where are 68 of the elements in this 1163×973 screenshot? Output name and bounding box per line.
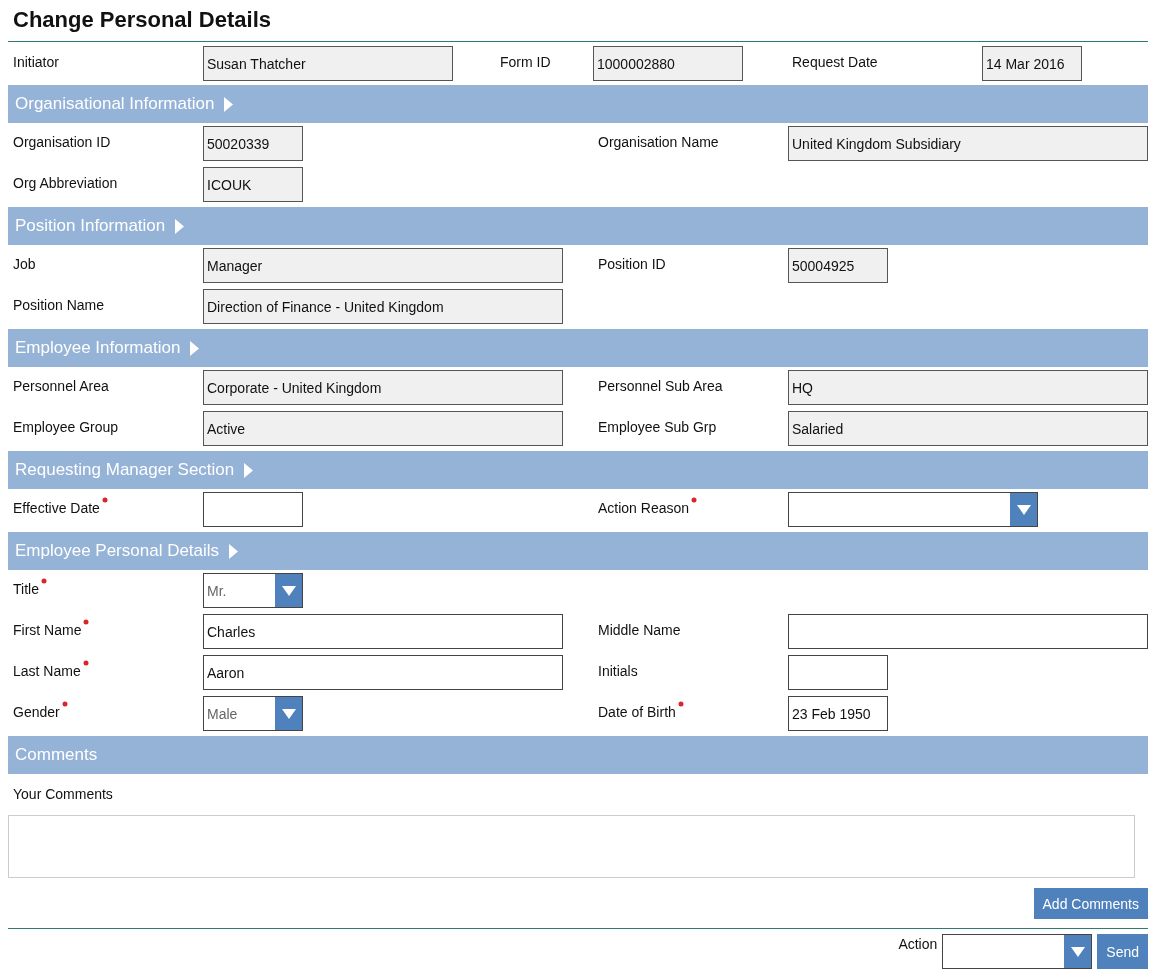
required-icon — [82, 660, 89, 666]
field-label: Org Abbreviation — [13, 175, 118, 191]
dropdown-icon — [281, 708, 296, 719]
field-label: Form ID — [500, 54, 551, 70]
field-label: Request Date — [792, 54, 878, 70]
input-field[interactable] — [788, 655, 888, 690]
field-label: Position ID — [598, 256, 666, 272]
section-header[interactable]: Employee Personal Details — [8, 532, 1148, 570]
required-icon — [40, 578, 47, 584]
dropdown-icon — [1070, 946, 1085, 957]
readonly-field: Direction of Finance - United Kingdom — [203, 289, 563, 324]
field-label: Job — [13, 256, 36, 272]
field-label: First Name — [13, 622, 82, 638]
field-label: Initiator — [13, 54, 59, 70]
field-label: Employee Sub Grp — [598, 419, 717, 435]
input-field[interactable]: Aaron — [203, 655, 563, 690]
readonly-field: Active — [203, 411, 563, 446]
field-label: Last Name — [13, 663, 81, 679]
section-header[interactable]: Requesting Manager Section — [8, 451, 1148, 489]
dropdown-field[interactable]: Male — [203, 696, 303, 731]
section-header[interactable]: Comments — [8, 736, 1148, 774]
field-label: Initials — [598, 663, 638, 679]
input-field[interactable] — [203, 492, 303, 527]
field-label: Title — [13, 581, 39, 597]
action-label: Action — [898, 935, 938, 952]
field-label: Personnel Area — [13, 378, 109, 394]
action-dropdown[interactable] — [942, 934, 1093, 969]
field-label: Organisation Name — [598, 134, 719, 150]
input-field[interactable]: Charles — [203, 614, 563, 649]
required-icon — [61, 701, 68, 707]
field-label: Organisation ID — [13, 134, 111, 150]
readonly-field: Salaried — [788, 411, 1148, 446]
comments-field[interactable] — [8, 815, 1135, 878]
required-icon — [677, 701, 684, 707]
dropdown-field[interactable] — [788, 492, 1038, 527]
field-label: Date of Birth — [598, 704, 676, 720]
readonly-field: 14 Mar 2016 — [982, 46, 1082, 81]
readonly-field: HQ — [788, 370, 1148, 405]
input-field[interactable] — [788, 614, 1148, 649]
dropdown-icon — [281, 585, 296, 596]
field-label: Middle Name — [598, 622, 681, 638]
field-label: Employee Group — [13, 419, 119, 435]
readonly-field: Corporate - United Kingdom — [203, 370, 563, 405]
section-header[interactable]: Organisational Information — [8, 85, 1148, 123]
field-label: Effective Date — [13, 500, 100, 516]
readonly-field: ICOUK — [203, 167, 303, 202]
required-icon — [691, 497, 698, 503]
required-icon — [101, 497, 108, 503]
dropdown-field[interactable]: Mr. — [203, 573, 303, 608]
field-label: Position Name — [13, 297, 105, 313]
dropdown-icon — [1016, 504, 1031, 515]
page-title: Change Personal Details — [8, 0, 1148, 42]
section-header[interactable]: Position Information — [8, 207, 1148, 245]
send-button[interactable]: Send — [1097, 934, 1148, 969]
readonly-field: 1000002880 — [593, 46, 743, 81]
field-label: Personnel Sub Area — [598, 378, 723, 394]
readonly-field: United Kingdom Subsidiary — [788, 126, 1148, 161]
readonly-field: Manager — [203, 248, 563, 283]
required-icon — [83, 619, 90, 625]
field-label: Gender — [13, 704, 60, 720]
comments-label: Your Comments — [13, 786, 113, 802]
add-comments-button[interactable]: Add Comments — [1033, 888, 1148, 919]
readonly-field: 50020339 — [203, 126, 303, 161]
input-field[interactable]: 23 Feb 1950 — [788, 696, 888, 731]
section-header[interactable]: Employee Information — [8, 329, 1148, 367]
field-label: Action Reason — [598, 500, 690, 516]
readonly-field: 50004925 — [788, 248, 888, 283]
readonly-field: Susan Thatcher — [203, 46, 453, 81]
